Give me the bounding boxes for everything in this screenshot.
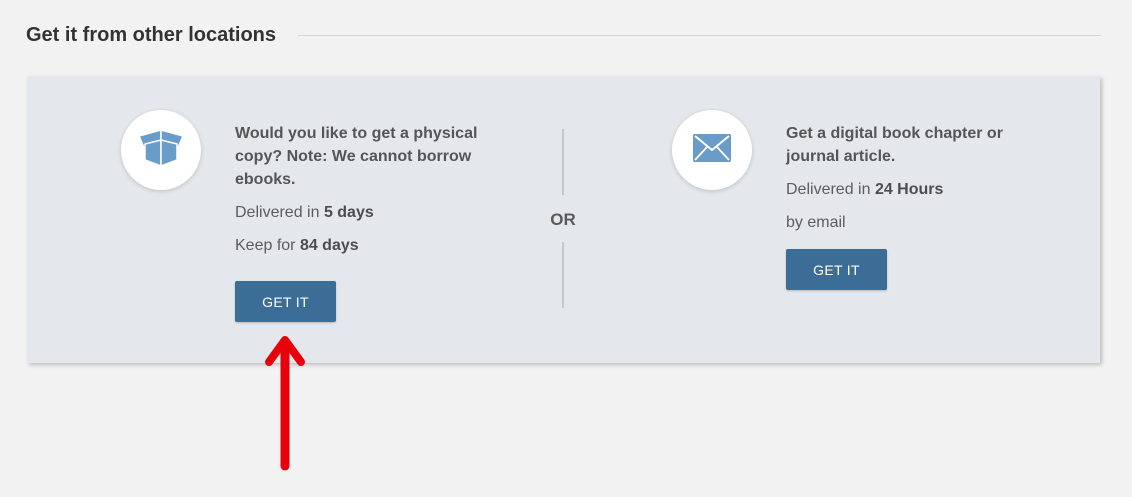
red-arrow-annotation bbox=[262, 332, 308, 479]
digital-title-line: journal article. bbox=[786, 148, 896, 165]
digital-copy-details: Get a digital book chapter or journal ar… bbox=[786, 122, 1076, 233]
digital-copy-icon-circle bbox=[672, 110, 752, 190]
section-title: Get it from other locations bbox=[26, 23, 277, 46]
physical-copy-details: Would you like to get a physical copy? N… bbox=[235, 122, 525, 256]
digital-copy-title: Get a digital book chapter or journal ar… bbox=[786, 122, 1076, 168]
open-box-icon bbox=[137, 128, 185, 173]
separator-line-top bbox=[562, 129, 564, 195]
get-digital-copy-button[interactable]: GET IT bbox=[786, 249, 887, 290]
physical-copy-icon-circle bbox=[121, 110, 201, 190]
physical-title-line: copy? Note: We cannot borrow bbox=[235, 148, 472, 165]
or-separator-label: OR bbox=[550, 210, 576, 229]
digital-title-line: Get a digital book chapter or bbox=[786, 125, 1003, 142]
delivered-prefix: Delivered in bbox=[235, 204, 320, 221]
delivery-options-card: Would you like to get a physical copy? N… bbox=[27, 76, 1100, 363]
delivered-prefix: Delivered in bbox=[786, 181, 871, 198]
physical-loan-period: Keep for 84 days bbox=[235, 236, 525, 256]
physical-copy-title: Would you like to get a physical copy? N… bbox=[235, 122, 525, 191]
physical-title-line: Would you like to get a physical bbox=[235, 125, 478, 142]
separator-line-bottom bbox=[562, 242, 564, 308]
digital-delivery-method: by email bbox=[786, 214, 846, 231]
keep-value: 84 days bbox=[299, 237, 359, 254]
delivered-value: 5 days bbox=[323, 204, 374, 221]
physical-delivery-time: Delivered in 5 days bbox=[235, 203, 525, 223]
get-physical-copy-button[interactable]: GET IT bbox=[235, 281, 336, 322]
envelope-icon bbox=[692, 133, 732, 168]
physical-title-line: ebooks. bbox=[235, 171, 296, 188]
header-divider bbox=[298, 34, 1101, 36]
delivered-value: 24 Hours bbox=[874, 181, 944, 198]
keep-prefix: Keep for bbox=[235, 237, 296, 254]
digital-delivery-time: Delivered in 24 Hours bbox=[786, 180, 1076, 200]
section-header: Get it from other locations bbox=[26, 20, 1101, 50]
